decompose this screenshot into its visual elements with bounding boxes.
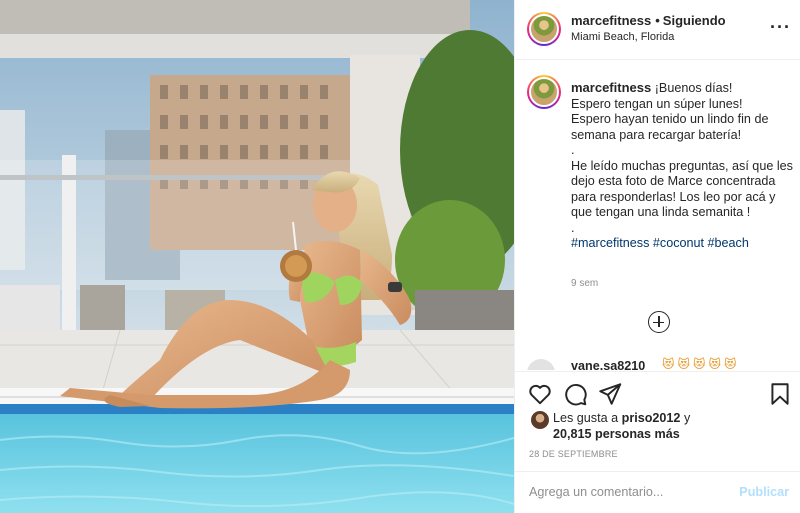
- post-date[interactable]: 28 DE SEPTIEMBRE: [529, 449, 618, 459]
- separator-dot: •: [655, 13, 660, 28]
- post-photo[interactable]: [0, 0, 514, 513]
- post-details-panel: marcefitness • Siguiendo Miami Beach, Flor…: [514, 0, 800, 513]
- publish-button[interactable]: Publicar: [739, 485, 789, 499]
- caption-line: .: [571, 143, 575, 157]
- likes-connector: y: [683, 411, 691, 425]
- liker-avatar[interactable]: [531, 411, 549, 429]
- heart-icon[interactable]: [527, 381, 553, 407]
- post-header: marcefitness • Siguiendo Miami Beach, Flor…: [515, 0, 800, 60]
- likes-others-link[interactable]: 20,815 personas más: [553, 427, 680, 441]
- share-icon[interactable]: [597, 381, 623, 407]
- caption-username[interactable]: marcefitness: [571, 80, 651, 95]
- hashtag-link[interactable]: #coconut: [653, 236, 704, 250]
- post-location[interactable]: Miami Beach, Florida: [571, 31, 674, 43]
- likes-text: Les gusta a priso2012 y 20,815 personas …: [553, 410, 713, 442]
- author-username[interactable]: marcefitness: [571, 13, 651, 28]
- liker-username[interactable]: priso2012: [622, 411, 681, 425]
- hashtag-link[interactable]: #marcefitness: [571, 236, 649, 250]
- more-horizontal-icon[interactable]: ···: [770, 18, 791, 36]
- caption-line: ¡Buenos días!: [654, 81, 733, 95]
- caption-line: .: [571, 220, 575, 235]
- likes-prefix: Les gusta a: [553, 411, 619, 425]
- comment-icon[interactable]: [562, 381, 588, 407]
- commenter-avatar[interactable]: [527, 359, 555, 370]
- bookmark-icon[interactable]: [767, 381, 793, 407]
- author-avatar[interactable]: [527, 12, 561, 46]
- post-actions: Les gusta a priso2012 y 20,815 personas …: [515, 371, 800, 510]
- post-caption: marcefitness ¡Buenos días! Espero tengan…: [571, 80, 793, 252]
- add-comment-bar: Publicar: [515, 471, 800, 511]
- post-image: [0, 0, 514, 513]
- caption-line: He leído muchas preguntas, así que les d…: [571, 158, 793, 220]
- caption-author-avatar[interactable]: [527, 75, 561, 109]
- comment-emojis: 😻😻😻😻😻: [662, 357, 740, 370]
- author-line: marcefitness • Siguiendo: [571, 13, 726, 29]
- commenter-username[interactable]: vane.sa8210: [571, 359, 645, 370]
- follow-status-button[interactable]: Siguiendo: [663, 13, 726, 28]
- comments-section[interactable]: marcefitness ¡Buenos días! Espero tengan…: [515, 61, 800, 370]
- comment-input[interactable]: [529, 482, 729, 502]
- caption-time-ago[interactable]: 9 sem: [571, 278, 598, 289]
- plus-circle-icon[interactable]: [648, 311, 670, 333]
- caption-line: Espero tengan un súper lunes!: [571, 96, 743, 111]
- caption-line: Espero hayan tenido un lindo fin de sema…: [571, 112, 769, 142]
- hashtags: #marcefitness #coconut #beach: [571, 236, 793, 252]
- comment-item: vane.sa8210 😻😻😻😻😻: [527, 357, 789, 370]
- hashtag-link[interactable]: #beach: [708, 236, 749, 250]
